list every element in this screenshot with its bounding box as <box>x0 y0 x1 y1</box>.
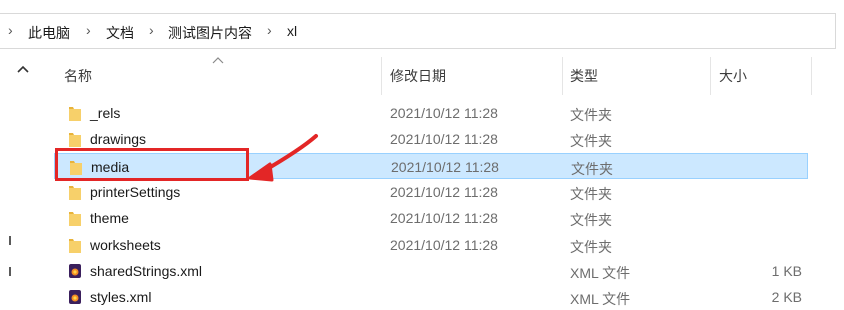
annotation-arrow <box>248 134 318 182</box>
